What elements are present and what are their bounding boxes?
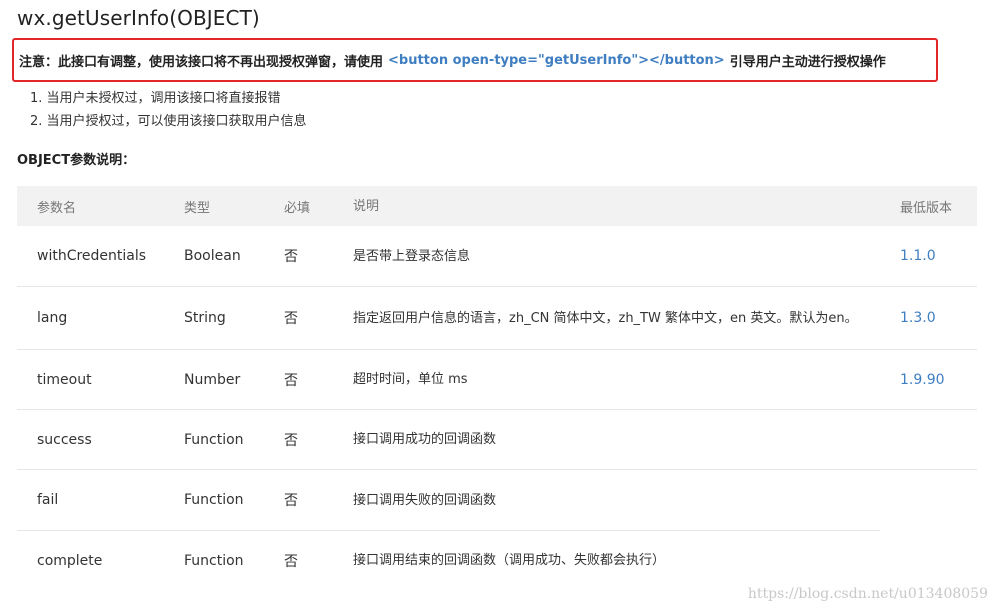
header-required: 必填: [284, 200, 311, 216]
param-name: withCredentials: [37, 248, 147, 264]
param-min-version-link[interactable]: 1.1.0: [880, 248, 977, 264]
notice-suffix: 引导用户主动进行授权操作: [729, 54, 886, 70]
param-required: 否: [284, 493, 298, 509]
table-row: timeout Number 否 超时时间，单位 ms 1.9.90: [17, 350, 977, 410]
table-row: complete Function 否 接口调用结束的回调函数（调用成功、失败都…: [17, 531, 977, 590]
param-name: fail: [37, 492, 59, 508]
usage-steps: 1. 当用户未授权过，调用该接口将直接报错 2. 当用户授权过，可以使用该接口获…: [30, 89, 307, 135]
param-required: 否: [284, 432, 298, 449]
param-required: 否: [284, 553, 298, 570]
page-title: wx.getUserInfo(OBJECT): [17, 6, 260, 30]
param-type: Number: [184, 371, 241, 388]
watermark: https://blog.csdn.net/u013408059: [747, 586, 988, 602]
list-item: 1. 当用户未授权过，调用该接口将直接报错: [30, 91, 281, 106]
notice-prefix: 注意：此接口有调整，使用该接口将不再出现授权弹窗，请使用: [19, 54, 384, 70]
header-min-version: 最低版本: [900, 200, 953, 216]
notice-code: <button open-type="getUserInfo"></button…: [388, 52, 725, 68]
table-row: success Function 否 接口调用成功的回调函数: [17, 410, 977, 470]
param-required: 否: [284, 372, 298, 389]
list-item: 2. 当用户授权过，可以使用该接口获取用户信息: [30, 114, 307, 129]
header-name: 参数名: [37, 200, 77, 216]
param-description: 接口调用结束的回调函数（调用成功、失败都会执行）: [353, 553, 666, 568]
table-header: 参数名 类型 必填 说明 最低版本: [17, 186, 977, 226]
param-type: Function: [184, 552, 244, 569]
param-type: Function: [184, 431, 244, 448]
notice-box: 注意：此接口有调整，使用该接口将不再出现授权弹窗，请使用 <button ope…: [12, 38, 938, 82]
param-name: success: [37, 431, 92, 448]
param-required: 否: [284, 249, 298, 265]
params-heading: OBJECT参数说明：: [17, 153, 136, 168]
param-description: 是否带上登录态信息: [353, 248, 471, 264]
param-description: 接口调用成功的回调函数: [353, 432, 497, 447]
param-name: lang: [37, 310, 68, 326]
param-name: timeout: [37, 371, 92, 388]
param-name: complete: [37, 552, 103, 569]
param-type: Function: [184, 492, 244, 508]
param-required: 否: [284, 311, 298, 327]
param-min-version-link[interactable]: 1.9.90: [880, 372, 977, 388]
param-type: Boolean: [184, 248, 241, 264]
header-description: 说明: [353, 198, 380, 214]
param-description: 超时时间，单位 ms: [353, 372, 468, 387]
header-type: 类型: [184, 200, 211, 216]
table-row: fail Function 否 接口调用失败的回调函数: [17, 470, 977, 530]
param-description: 接口调用失败的回调函数: [353, 492, 497, 508]
param-min-version-link[interactable]: 1.3.0: [880, 310, 977, 326]
param-description: 指定返回用户信息的语言，zh_CN 简体中文，zh_TW 繁体中文，en 英文。…: [353, 310, 858, 326]
table-row: withCredentials Boolean 否 是否带上登录态信息 1.1.…: [17, 226, 977, 287]
table-row: lang String 否 指定返回用户信息的语言，zh_CN 简体中文，zh_…: [17, 287, 977, 350]
param-type: String: [184, 310, 226, 326]
params-table: 参数名 类型 必填 说明 最低版本 withCredentials Boolea…: [17, 186, 977, 590]
